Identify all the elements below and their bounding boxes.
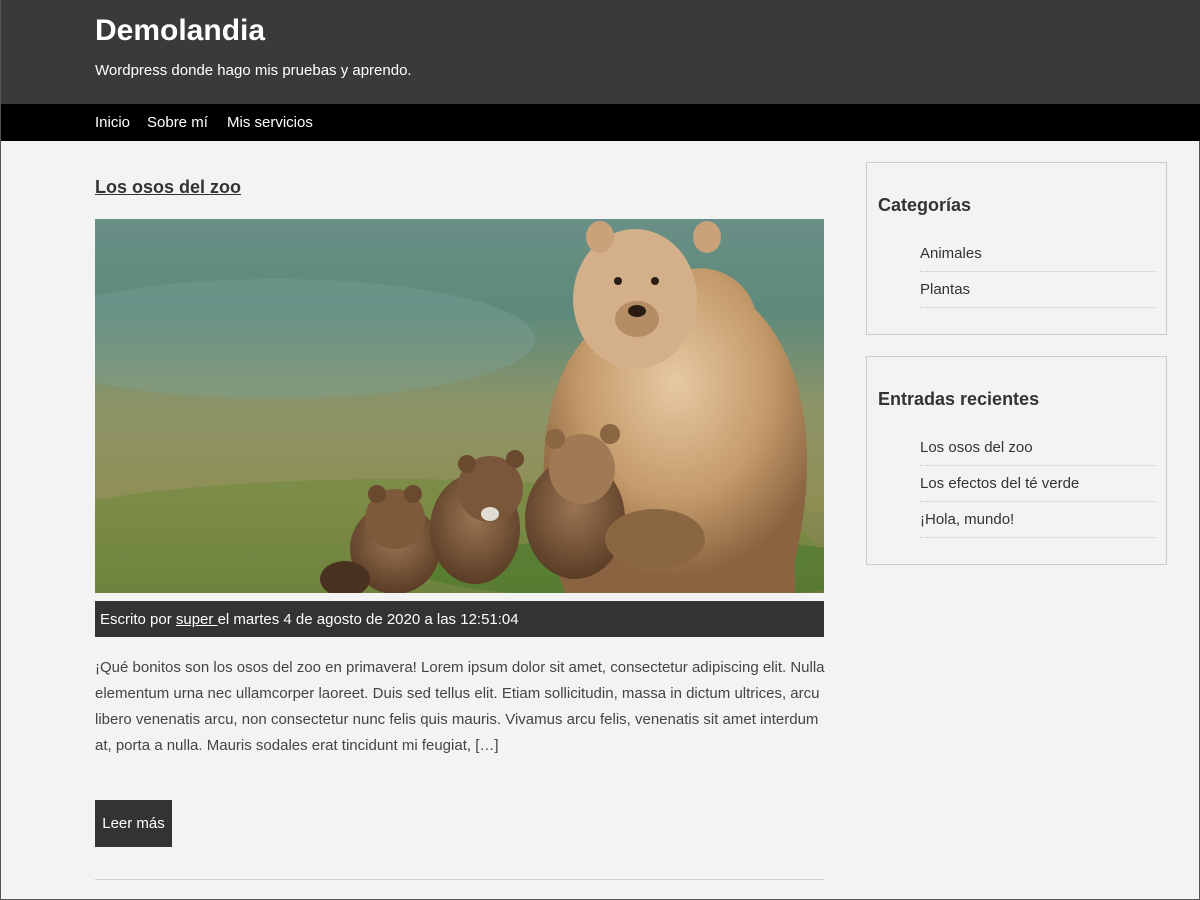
read-more-button[interactable]: Leer más [95, 800, 172, 847]
site-tagline: Wordpress donde hago mis pruebas y apren… [95, 62, 412, 79]
post-meta: Escrito por super el martes 4 de agosto … [95, 601, 824, 637]
widget-recent-posts: Entradas recientes Los osos del zoo Los … [866, 356, 1167, 565]
site-title[interactable]: Demolandia [95, 14, 265, 48]
recent-post-item[interactable]: Los efectos del té verde [920, 466, 1156, 502]
widget-categories-title: Categorías [878, 195, 972, 215]
meta-date: el martes 4 de agosto de 2020 a las 12:5… [217, 611, 519, 628]
bears-photo-icon [95, 219, 824, 593]
author-link[interactable]: super [176, 611, 218, 628]
post-featured-image[interactable] [95, 219, 824, 593]
widget-recent-title: Entradas recientes [878, 389, 1040, 409]
nav-item-sobre-mi[interactable]: Sobre mí [147, 114, 208, 131]
recent-post-item[interactable]: ¡Hola, mundo! [920, 502, 1156, 538]
post-divider [95, 879, 824, 880]
post-title[interactable]: Los osos del zoo [95, 177, 241, 198]
widget-categories: Categorías Animales Plantas [866, 162, 1167, 335]
site-header: Demolandia Wordpress donde hago mis prue… [1, 0, 1200, 104]
category-item-animales[interactable]: Animales [920, 236, 1156, 272]
nav-item-inicio[interactable]: Inicio [95, 114, 130, 131]
nav-item-mis-servicios[interactable]: Mis servicios [227, 114, 313, 131]
category-item-plantas[interactable]: Plantas [920, 272, 1156, 308]
post-excerpt: ¡Qué bonitos son los osos del zoo en pri… [95, 659, 825, 754]
meta-prefix: Escrito por [100, 611, 176, 628]
recent-posts-list: Los osos del zoo Los efectos del té verd… [920, 430, 1156, 538]
main-nav: Inicio Sobre mí Mis servicios [1, 104, 1200, 141]
recent-post-item[interactable]: Los osos del zoo [920, 430, 1156, 466]
categories-list: Animales Plantas [920, 236, 1156, 308]
